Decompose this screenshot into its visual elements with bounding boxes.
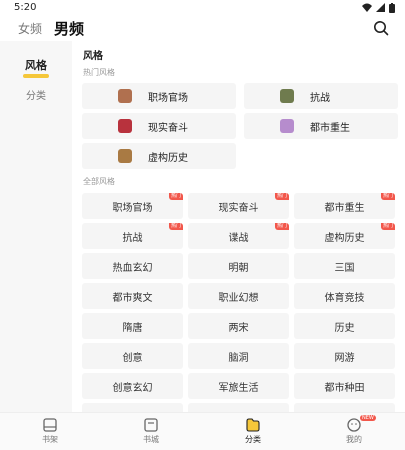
genre-label: 创意玄幻 xyxy=(112,382,153,394)
genre-label: 虚构历史 xyxy=(324,232,365,244)
genre-label: 谍战 xyxy=(228,232,249,244)
book-cover-icon xyxy=(118,149,132,163)
hot-badge: 热门 xyxy=(380,193,395,200)
sidebar-item-category[interactable]: 分类 xyxy=(0,87,72,102)
genre-cell[interactable]: 脑洞 xyxy=(188,343,289,369)
nav-label: 书城 xyxy=(143,435,159,444)
new-badge: NEW xyxy=(360,415,376,421)
category-sidebar: 风格 分类 xyxy=(0,41,72,412)
genre-cell[interactable] xyxy=(188,403,289,412)
genre-cell[interactable]: 历史 xyxy=(294,313,395,339)
genre-cell[interactable]: 隋唐 xyxy=(82,313,183,339)
genre-label: 历史 xyxy=(334,322,355,334)
genre-label: 网游 xyxy=(334,352,355,364)
genre-label: 隋唐 xyxy=(122,322,143,334)
style-panel: 风格 热门风格 职场官场 抗战 现实奋斗 都市重生 虚构历史 全部风格 职场官场… xyxy=(74,41,405,412)
hot-badge: 热门 xyxy=(168,193,183,200)
book-cover-icon xyxy=(280,119,294,133)
channel-tabs: 女频 男频 xyxy=(0,15,405,41)
book-cover-icon xyxy=(280,89,294,103)
genre-cell[interactable]: 职场官场 热门 xyxy=(82,193,183,219)
genre-cell[interactable]: 创意 xyxy=(82,343,183,369)
genre-label: 体育竞技 xyxy=(324,292,365,304)
category-icon xyxy=(246,418,260,432)
genre-cell[interactable]: 职业幻想 xyxy=(188,283,289,309)
nav-label: 书架 xyxy=(42,435,58,444)
nav-bookshelf[interactable]: 书架 xyxy=(20,417,80,445)
hot-badge: 热门 xyxy=(380,223,395,230)
genre-cell[interactable]: 两宋 xyxy=(188,313,289,339)
book-cover-icon xyxy=(118,119,132,133)
genre-cell[interactable]: 网游 xyxy=(294,343,395,369)
hot-badge: 热门 xyxy=(274,193,289,200)
wifi-icon xyxy=(362,3,372,12)
genre-cell[interactable]: 创意玄幻 xyxy=(82,373,183,399)
genre-label: 热血玄幻 xyxy=(112,262,153,274)
genre-cell[interactable] xyxy=(294,403,395,412)
sidebar-item-label: 风格 xyxy=(25,59,47,72)
genre-cell[interactable]: 都市爽文 xyxy=(82,283,183,309)
all-styles-title: 全部风格 xyxy=(83,177,115,186)
tab-male[interactable]: 男频 xyxy=(54,18,84,39)
genre-label: 都市种田 xyxy=(324,382,365,394)
genre-cell[interactable]: 三国 xyxy=(294,253,395,279)
status-bar: 5:20 xyxy=(0,0,405,15)
nav-profile[interactable]: NEW 我的 xyxy=(324,415,384,445)
sidebar-item-label: 分类 xyxy=(26,91,46,102)
hot-style-label: 现实奋斗 xyxy=(148,122,188,134)
genre-label: 创意 xyxy=(122,352,143,364)
nav-category[interactable]: 分类 xyxy=(223,417,283,445)
genre-label: 明朝 xyxy=(228,262,249,274)
hot-style-label: 抗战 xyxy=(310,92,330,104)
genre-cell[interactable] xyxy=(82,403,183,412)
tab-female[interactable]: 女频 xyxy=(18,20,42,37)
genre-cell[interactable]: 热血玄幻 xyxy=(82,253,183,279)
hot-style-card[interactable]: 现实奋斗 xyxy=(82,113,236,139)
genre-label: 现实奋斗 xyxy=(218,202,259,214)
genre-label: 脑洞 xyxy=(228,352,249,364)
nav-bookstore[interactable]: 书城 xyxy=(121,417,181,445)
nav-label: 分类 xyxy=(245,435,261,444)
genre-label: 都市重生 xyxy=(324,202,365,214)
genre-cell[interactable]: 明朝 xyxy=(188,253,289,279)
hot-styles-title: 热门风格 xyxy=(83,68,115,77)
hot-badge: 热门 xyxy=(274,223,289,230)
genre-cell[interactable]: 谍战 热门 xyxy=(188,223,289,249)
status-time: 5:20 xyxy=(14,2,37,13)
bookshelf-icon xyxy=(43,418,57,432)
genre-cell[interactable]: 现实奋斗 热门 xyxy=(188,193,289,219)
genre-label: 军旅生活 xyxy=(218,382,259,394)
genre-label: 两宋 xyxy=(228,322,249,334)
hot-style-card[interactable]: 都市重生 xyxy=(244,113,398,139)
genre-label: 职业幻想 xyxy=(218,292,259,304)
hot-style-label: 虚构历史 xyxy=(148,152,188,164)
battery-icon xyxy=(389,2,395,13)
genre-cell[interactable]: 都市重生 热门 xyxy=(294,193,395,219)
section-title: 风格 xyxy=(83,51,103,62)
book-cover-icon xyxy=(118,89,132,103)
active-indicator xyxy=(23,74,49,78)
signal-icon xyxy=(376,3,385,12)
hot-style-card[interactable]: 虚构历史 xyxy=(82,143,236,169)
genre-label: 三国 xyxy=(334,262,355,274)
genre-cell[interactable]: 抗战 热门 xyxy=(82,223,183,249)
nav-label: 我的 xyxy=(346,435,362,444)
genre-label: 职场官场 xyxy=(112,202,153,214)
genre-label: 都市爽文 xyxy=(112,292,153,304)
hot-style-card[interactable]: 抗战 xyxy=(244,83,398,109)
genre-label: 抗战 xyxy=(122,232,143,244)
sidebar-item-style[interactable]: 风格 xyxy=(0,57,72,78)
hot-badge: 热门 xyxy=(168,223,183,230)
status-icons xyxy=(362,2,395,13)
bookstore-icon xyxy=(144,418,158,432)
hot-style-label: 职场官场 xyxy=(148,92,188,104)
search-icon[interactable] xyxy=(373,20,389,36)
bottom-nav: 书架 书城 分类 NEW 我的 xyxy=(0,412,405,450)
hot-style-label: 都市重生 xyxy=(310,122,350,134)
genre-cell[interactable]: 军旅生活 xyxy=(188,373,289,399)
hot-style-card[interactable]: 职场官场 xyxy=(82,83,236,109)
genre-cell[interactable]: 虚构历史 热门 xyxy=(294,223,395,249)
genre-cell[interactable]: 体育竞技 xyxy=(294,283,395,309)
genre-cell[interactable]: 都市种田 xyxy=(294,373,395,399)
